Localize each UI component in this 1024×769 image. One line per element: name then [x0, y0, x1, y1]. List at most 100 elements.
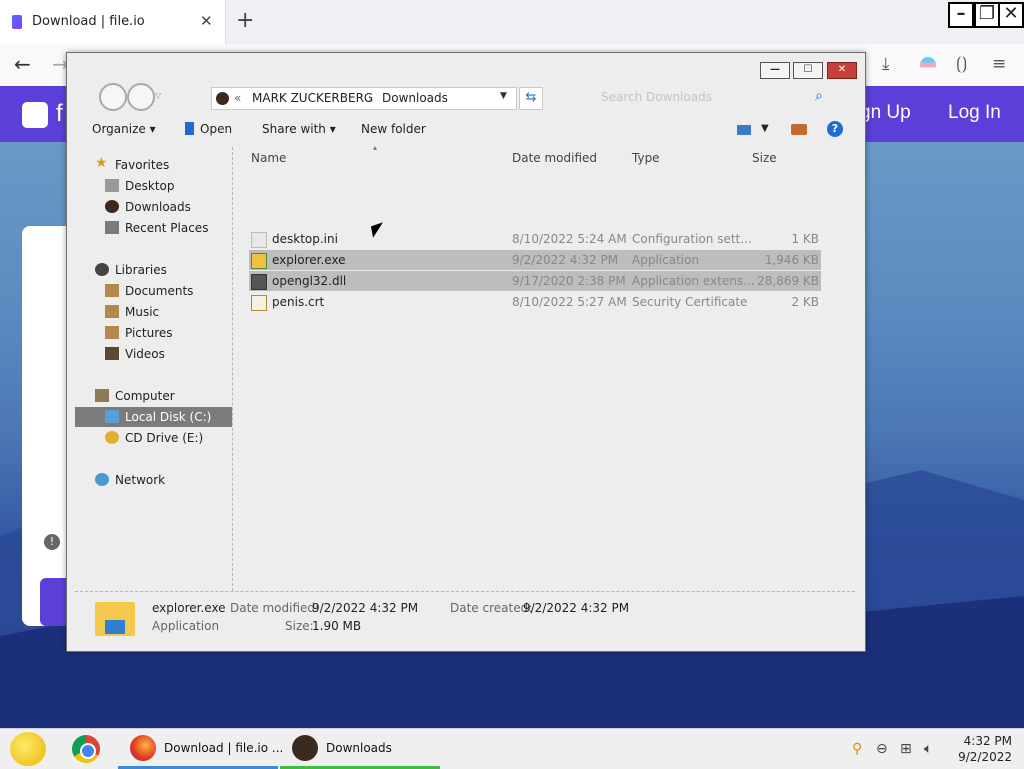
search-placeholder: Search Downloads [601, 90, 712, 104]
view-dropdown-icon[interactable]: ▼ [761, 123, 769, 134]
tab-close-icon[interactable]: ✕ [200, 12, 213, 30]
column-date-modified[interactable]: Date modified [512, 151, 597, 165]
details-created-label: Date created: [450, 601, 533, 615]
restore-icon[interactable]: ❐ [974, 2, 1000, 28]
nav-network[interactable]: Network [75, 470, 232, 490]
back-icon[interactable]: ← [14, 52, 31, 76]
file-row[interactable]: desktop.ini 8/10/2022 5:24 AM Configurat… [249, 229, 821, 249]
cd-drive-icon [105, 431, 119, 444]
application-icon-window [105, 620, 125, 634]
account-icon[interactable] [920, 57, 936, 73]
firefox-icon [130, 735, 156, 761]
taskbar-firefox-label: Download | file.io ... [164, 741, 284, 755]
tab-title: Download | file.io [32, 14, 145, 29]
new-tab-icon[interactable]: + [236, 8, 254, 33]
music-icon [105, 305, 119, 318]
nav-pictures[interactable]: Pictures [75, 323, 232, 343]
search-icon[interactable]: ⌕ [815, 88, 823, 104]
preview-pane-icon[interactable] [791, 124, 807, 135]
file-row[interactable]: explorer.exe 9/2/2022 4:32 PM Applicatio… [249, 250, 821, 270]
nav-videos[interactable]: Videos [75, 344, 232, 364]
column-size[interactable]: Size [752, 151, 777, 165]
back-button[interactable] [99, 83, 127, 111]
nav-libraries-label: Libraries [115, 263, 167, 277]
minimize-icon[interactable]: – [948, 2, 974, 28]
nav-desktop[interactable]: Desktop [75, 176, 232, 196]
explorer-minimize-button[interactable]: — [760, 62, 790, 79]
nav-computer[interactable]: Computer [75, 386, 232, 406]
computer-icon [95, 389, 109, 402]
minus-tray-icon[interactable]: ⊖ [876, 741, 888, 757]
recent-pages-chevron-icon[interactable]: ▽ [155, 91, 161, 100]
file-date: 8/10/2022 5:27 AM [512, 295, 627, 309]
help-icon[interactable]: ? [827, 121, 843, 137]
signup-link[interactable]: gn Up [860, 102, 911, 124]
nav-network-label: Network [115, 473, 166, 487]
nav-favorites[interactable]: ★ Favorites [75, 155, 232, 175]
new-folder-button[interactable]: New folder [361, 122, 426, 136]
site-logo-text: f [56, 100, 63, 127]
details-size: 1.90 MB [312, 619, 362, 633]
organize-button[interactable]: Organize ▾ [92, 122, 156, 136]
nav-libraries[interactable]: Libraries [75, 260, 232, 280]
login-link[interactable]: Log In [948, 102, 1001, 124]
clock[interactable]: 4:32 PM 9/2/2022 [940, 733, 1012, 765]
open-button[interactable]: Open [185, 122, 232, 136]
desktop-icon [105, 179, 119, 192]
address-bar[interactable]: « MARK ZUCKERBERG › Downloads ▼ [211, 87, 517, 110]
start-button-icon[interactable] [10, 732, 46, 766]
nav-recent[interactable]: Recent Places [75, 218, 232, 238]
file-row[interactable]: penis.crt 8/10/2022 5:27 AM Security Cer… [249, 292, 821, 312]
volume-tray-icon[interactable]: 🔈︎ [924, 741, 932, 757]
refresh-icon[interactable]: ⇆ [519, 87, 543, 110]
nav-local-disk-label: Local Disk (C:) [125, 410, 212, 424]
pictures-icon [105, 326, 119, 339]
breadcrumb-downloads[interactable]: Downloads [382, 91, 448, 105]
nav-music[interactable]: Music [75, 302, 232, 322]
file-size: 28,869 KB [757, 274, 819, 288]
nav-downloads[interactable]: Downloads [75, 197, 232, 217]
taskbar-firefox[interactable]: Download | file.io ... [118, 729, 283, 769]
menu-icon[interactable]: ≡ [992, 54, 1006, 74]
extensions-icon[interactable]: ⟮⟯ [956, 54, 967, 74]
file-row[interactable]: opengl32.dll 9/17/2020 2:38 PM Applicati… [249, 271, 821, 291]
browser-tab[interactable]: Download | file.io ✕ [0, 0, 226, 44]
network-tray-icon[interactable]: ⊞ [900, 741, 912, 757]
exe-file-icon [251, 253, 267, 269]
taskbar-explorer[interactable]: Downloads [280, 729, 440, 769]
nav-local-disk[interactable]: Local Disk (C:) [75, 407, 232, 427]
address-overflow[interactable]: « [234, 91, 241, 105]
explorer-window: — ☐ ✕ ▽ « MARK ZUCKERBERG › Downloads ▼ … [66, 52, 866, 652]
forward-button[interactable] [127, 83, 155, 111]
file-size: 2 KB [791, 295, 819, 309]
nav-cd-drive[interactable]: CD Drive (E:) [75, 428, 232, 448]
nav-computer-label: Computer [115, 389, 175, 403]
view-icon[interactable] [737, 125, 751, 135]
details-modified: 9/2/2022 4:32 PM [312, 601, 419, 615]
explorer-maximize-button[interactable]: ☐ [793, 62, 823, 79]
close-icon[interactable]: ✕ [998, 2, 1024, 28]
search-tray-icon[interactable]: ⚲ [852, 741, 862, 757]
address-dropdown-icon[interactable]: ▼ [500, 91, 507, 101]
certificate-file-icon [251, 295, 267, 311]
column-type[interactable]: Type [632, 151, 660, 165]
network-icon [95, 473, 109, 486]
file-name: opengl32.dll [272, 274, 347, 288]
fileio-favicon-icon [12, 15, 22, 29]
nav-documents[interactable]: Documents [75, 281, 232, 301]
share-with-button[interactable]: Share with ▾ [262, 122, 336, 136]
download-icon[interactable]: ⤓ [882, 54, 890, 74]
column-name[interactable]: Name [251, 151, 286, 165]
chrome-icon[interactable] [72, 735, 100, 763]
explorer-close-button[interactable]: ✕ [827, 62, 857, 79]
nav-desktop-label: Desktop [125, 179, 175, 193]
breadcrumb-separator[interactable]: › [368, 91, 373, 105]
details-size-label: Size: [285, 619, 314, 633]
application-icon [95, 602, 135, 636]
file-date: 8/10/2022 5:24 AM [512, 232, 627, 246]
breadcrumb-user[interactable]: MARK ZUCKERBERG [252, 91, 373, 105]
libraries-icon [95, 263, 109, 276]
site-logo-icon[interactable] [22, 102, 48, 128]
details-filename: explorer.exe [152, 601, 226, 615]
search-box[interactable]: Search Downloads ⌕ [587, 87, 831, 108]
